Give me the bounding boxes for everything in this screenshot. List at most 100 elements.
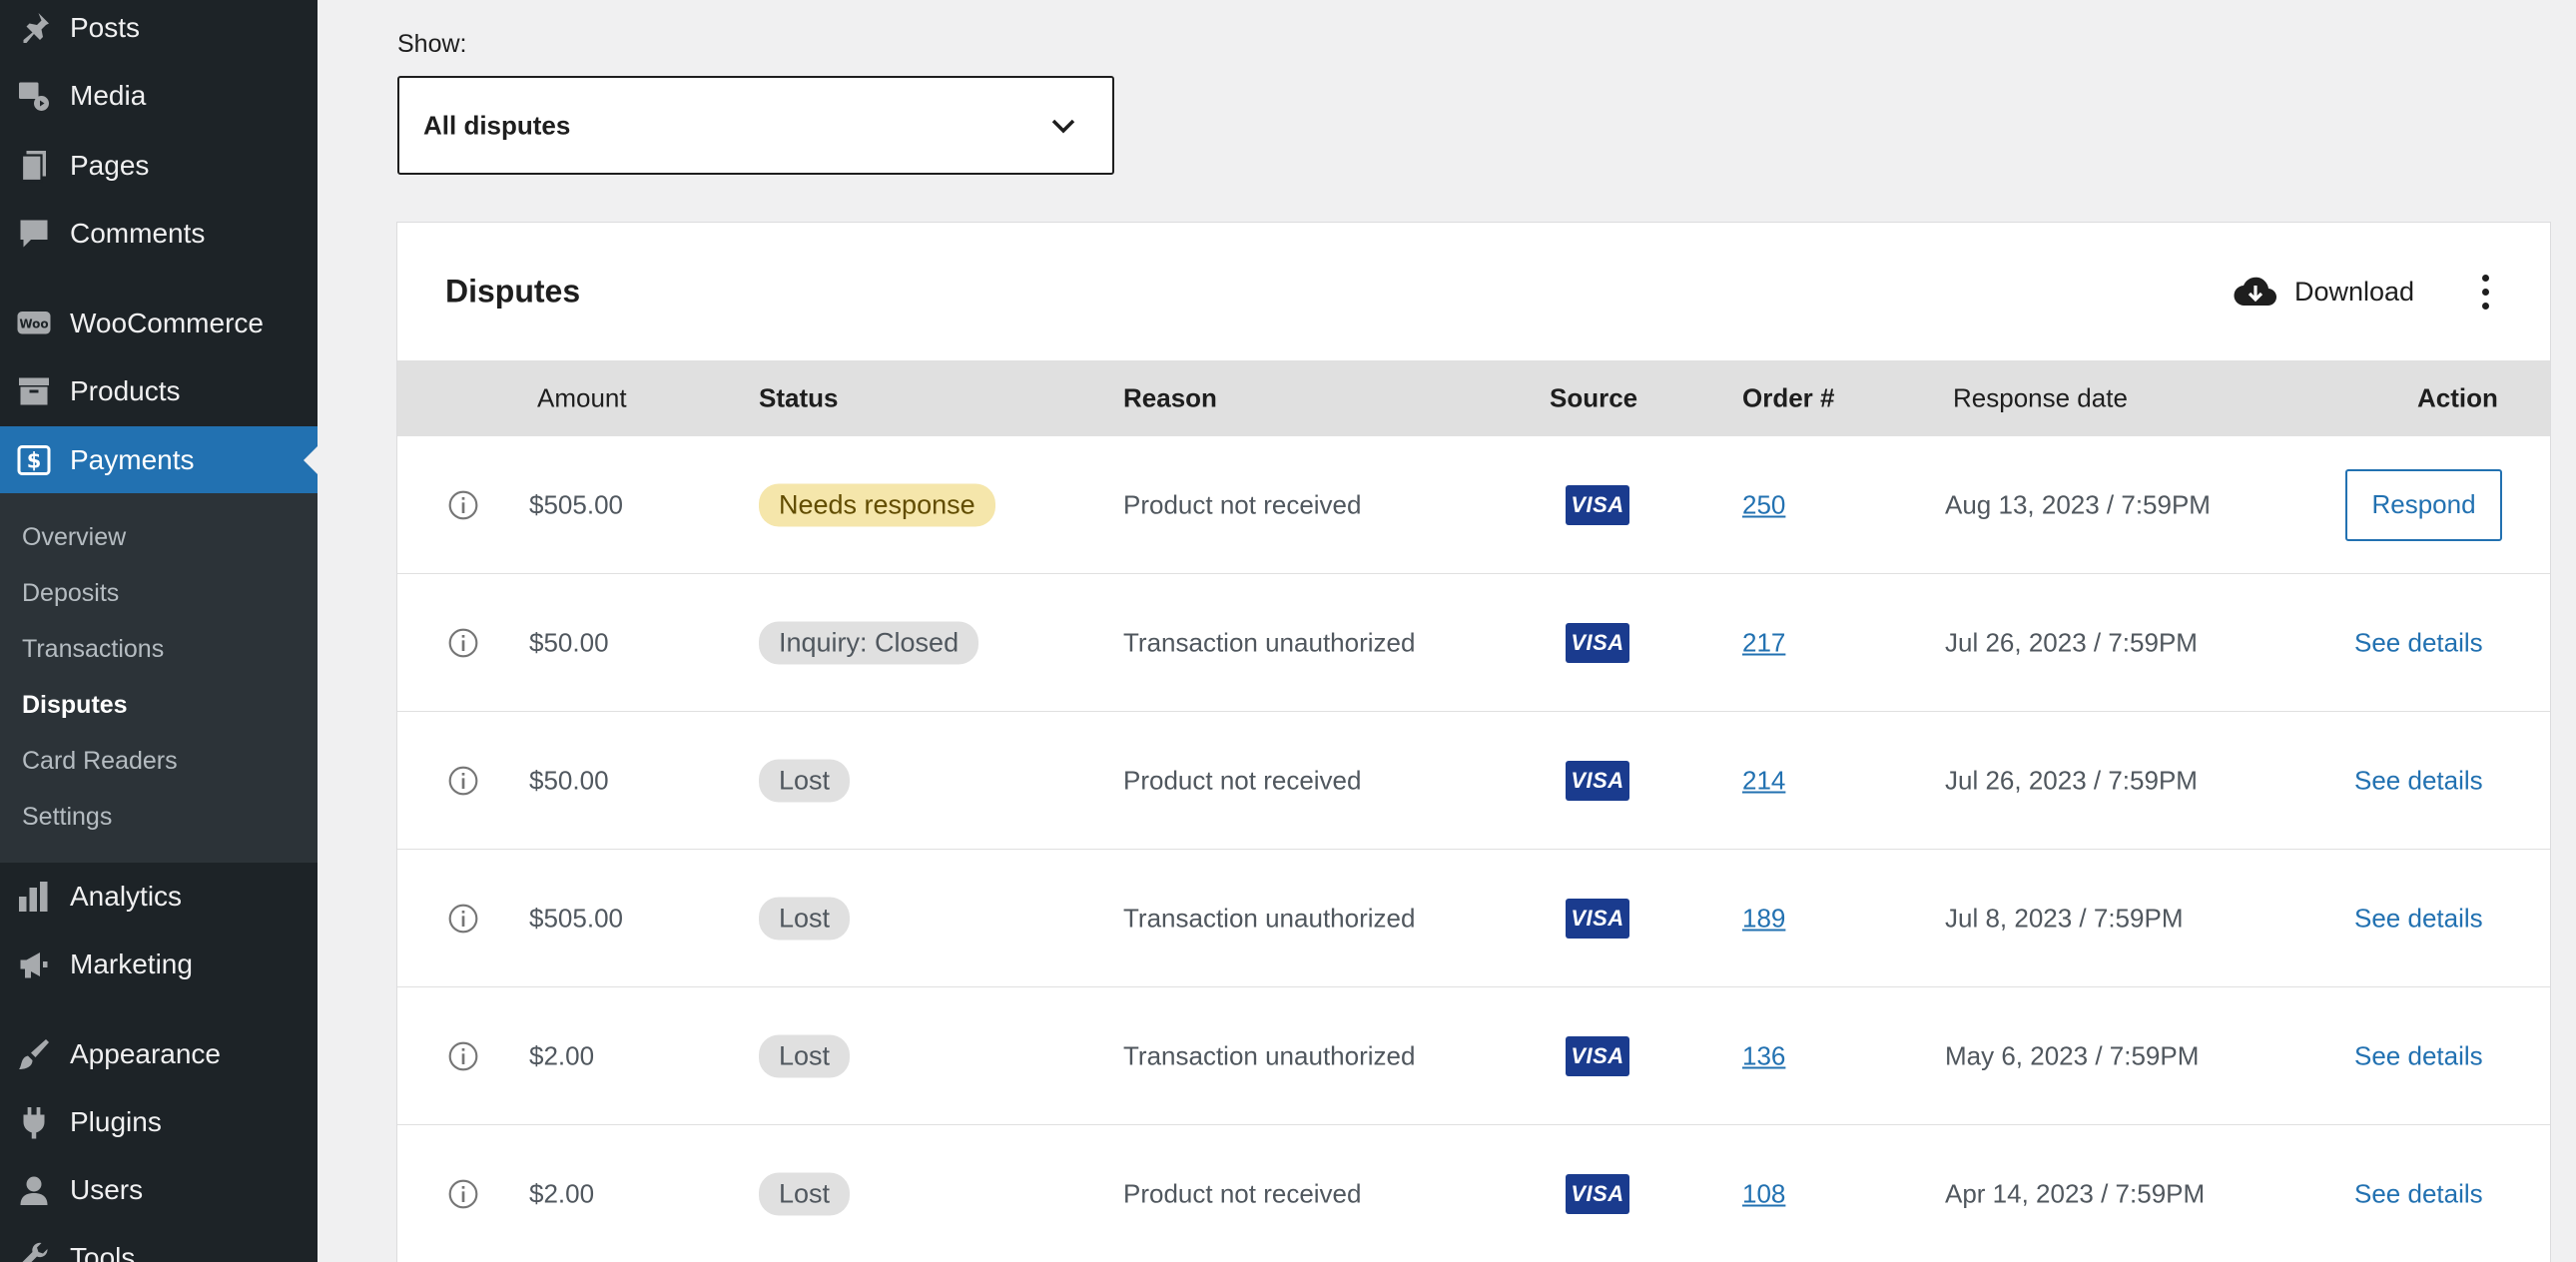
card-brand-label: VISA <box>1571 491 1624 517</box>
status-badge: Lost <box>759 1172 851 1215</box>
table-row: $505.00 Lost Transaction unauthorized VI… <box>397 850 2550 987</box>
row-edge-fade <box>2480 712 2550 849</box>
svg-text:$: $ <box>27 449 42 473</box>
menu-label: Pages <box>70 150 150 181</box>
menu-item-media[interactable]: Media <box>0 62 318 130</box>
order-link[interactable]: 250 <box>1742 489 1785 520</box>
menu-item-posts[interactable]: Posts <box>0 0 318 62</box>
column-header-response-date[interactable]: Response date <box>1953 383 2128 414</box>
table-header: Amount Status Reason Source Order # Resp… <box>397 360 2550 436</box>
order-link[interactable]: 136 <box>1742 1040 1785 1071</box>
menu-item-analytics[interactable]: Analytics <box>0 863 318 931</box>
visa-card-icon: VISA <box>1566 898 1629 939</box>
reason-cell: Transaction unauthorized <box>1123 1040 1416 1070</box>
response-date-cell: Jul 26, 2023 / 7:59PM <box>1945 765 2198 795</box>
response-date-cell: Apr 14, 2023 / 7:59PM <box>1945 1178 2206 1208</box>
submenu-item-deposits[interactable]: Deposits <box>22 579 119 608</box>
info-icon[interactable] <box>447 1040 479 1072</box>
visa-card-icon: VISA <box>1566 760 1629 801</box>
row-edge-fade <box>2480 574 2550 711</box>
filter-label: Show: <box>397 30 467 58</box>
row-edge-fade <box>2480 987 2550 1124</box>
menu-label: Appearance <box>70 1038 222 1069</box>
column-header-source[interactable]: Source <box>1550 383 1637 414</box>
menu-item-marketing[interactable]: Marketing <box>0 931 318 998</box>
table-row: $2.00 Lost Transaction unauthorized VISA… <box>397 987 2550 1125</box>
menu-item-woocommerce[interactable]: Woo WooCommerce <box>0 290 318 357</box>
card-brand-label: VISA <box>1571 1180 1624 1206</box>
brush-icon <box>14 1034 54 1074</box>
menu-item-plugins[interactable]: Plugins <box>0 1088 318 1156</box>
menu-label: Users <box>70 1174 144 1205</box>
wrench-icon <box>14 1238 54 1262</box>
column-header-order[interactable]: Order # <box>1742 383 1835 414</box>
card-title: Disputes <box>445 273 581 310</box>
visa-card-icon: VISA <box>1566 622 1629 663</box>
status-badge: Lost <box>759 759 851 802</box>
amount-cell: $505.00 <box>529 489 623 519</box>
amount-cell: $50.00 <box>529 765 609 795</box>
table-row: $50.00 Lost Product not received VISA 21… <box>397 712 2550 850</box>
more-options-button[interactable] <box>2470 267 2500 316</box>
menu-item-payments[interactable]: $ Payments <box>0 426 318 494</box>
menu-label: Posts <box>70 12 141 43</box>
menu-label: Plugins <box>70 1106 162 1137</box>
status-badge: Lost <box>759 1034 851 1077</box>
menu-item-tools[interactable]: Tools <box>0 1224 318 1262</box>
see-details-link[interactable]: See details <box>2354 1040 2483 1071</box>
order-link[interactable]: 214 <box>1742 765 1785 796</box>
order-link[interactable]: 217 <box>1742 627 1785 658</box>
reason-cell: Product not received <box>1123 1178 1362 1208</box>
menu-item-users[interactable]: Users <box>0 1156 318 1224</box>
kebab-dot <box>2481 302 2489 310</box>
column-header-amount[interactable]: Amount <box>537 383 627 414</box>
row-edge-fade <box>2480 1125 2550 1262</box>
info-icon[interactable] <box>447 903 479 935</box>
info-icon[interactable] <box>447 489 479 521</box>
response-date-cell: Jul 26, 2023 / 7:59PM <box>1945 627 2198 657</box>
card-brand-label: VISA <box>1571 1042 1624 1068</box>
menu-label: Tools <box>70 1242 136 1262</box>
info-icon[interactable] <box>447 1178 479 1210</box>
status-badge: Needs response <box>759 483 995 526</box>
response-date-cell: May 6, 2023 / 7:59PM <box>1945 1040 2200 1070</box>
reason-cell: Transaction unauthorized <box>1123 903 1416 933</box>
submenu-item-card-readers[interactable]: Card Readers <box>22 747 178 776</box>
info-icon[interactable] <box>447 765 479 797</box>
respond-button[interactable]: Respond <box>2345 468 2502 541</box>
amount-cell: $2.00 <box>529 1178 595 1208</box>
plug-icon <box>14 1102 54 1142</box>
submenu-item-disputes[interactable]: Disputes <box>22 691 128 720</box>
filter-selected-value: All disputes <box>423 110 571 140</box>
info-icon[interactable] <box>447 627 479 659</box>
amount-cell: $505.00 <box>529 903 623 933</box>
order-link[interactable]: 108 <box>1742 1178 1785 1209</box>
status-badge: Lost <box>759 897 851 940</box>
menu-label: Marketing <box>70 948 193 979</box>
card-brand-label: VISA <box>1571 905 1624 931</box>
submenu-item-overview[interactable]: Overview <box>22 523 126 552</box>
download-button[interactable]: Download <box>2233 267 2414 316</box>
menu-item-products[interactable]: Products <box>0 357 318 425</box>
column-header-action: Action <box>2417 382 2498 413</box>
user-icon <box>14 1170 54 1210</box>
admin-sidebar: Posts Media Pages Comments Woo WooCommer… <box>0 0 318 1262</box>
submenu-item-transactions[interactable]: Transactions <box>22 635 164 664</box>
kebab-dot <box>2481 288 2489 296</box>
menu-item-comments[interactable]: Comments <box>0 200 318 268</box>
dispute-filter-select[interactable]: All disputes <box>397 76 1114 175</box>
column-header-status[interactable]: Status <box>759 383 838 414</box>
see-details-link[interactable]: See details <box>2354 765 2483 796</box>
see-details-link[interactable]: See details <box>2354 627 2483 658</box>
reason-cell: Product not received <box>1123 489 1362 519</box>
submenu-item-settings[interactable]: Settings <box>22 803 112 832</box>
column-header-reason[interactable]: Reason <box>1123 383 1217 414</box>
response-date-cell: Jul 8, 2023 / 7:59PM <box>1945 903 2184 933</box>
menu-item-pages[interactable]: Pages <box>0 132 318 200</box>
menu-item-appearance[interactable]: Appearance <box>0 1020 318 1088</box>
menu-label: Payments <box>70 444 195 475</box>
megaphone-icon <box>14 945 54 984</box>
see-details-link[interactable]: See details <box>2354 903 2483 934</box>
order-link[interactable]: 189 <box>1742 903 1785 934</box>
see-details-link[interactable]: See details <box>2354 1178 2483 1209</box>
